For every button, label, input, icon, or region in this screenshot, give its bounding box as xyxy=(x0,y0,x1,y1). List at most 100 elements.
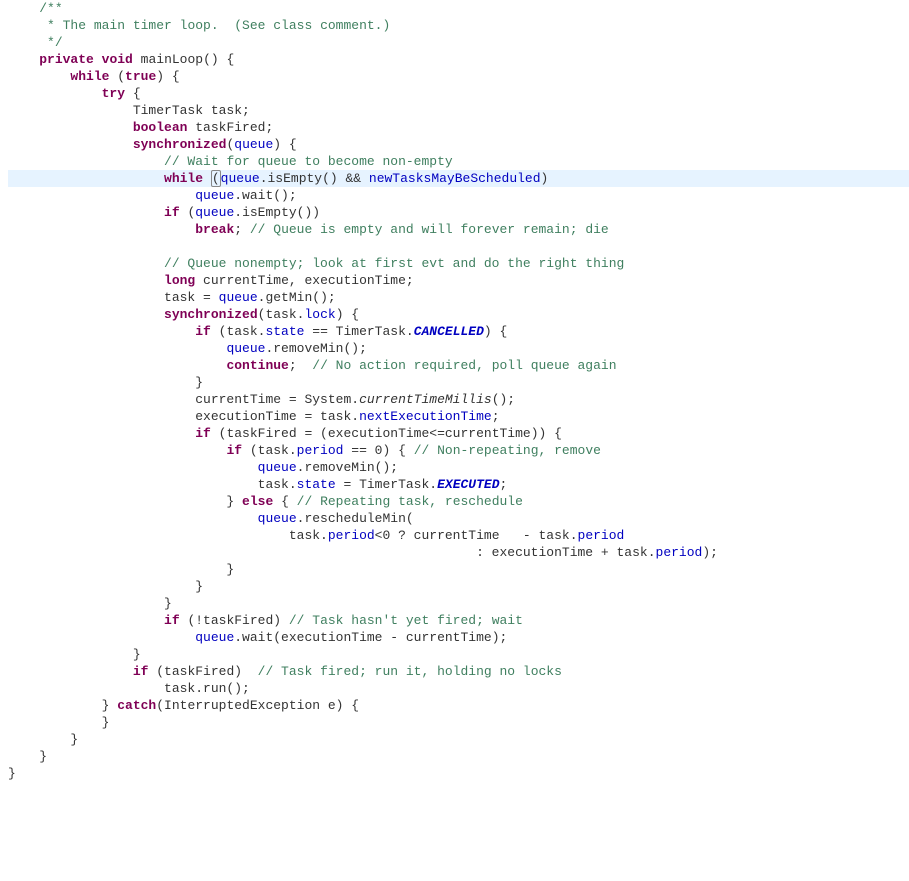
code-editor[interactable]: /** * The main timer loop. (See class co… xyxy=(0,0,909,782)
token-comment: // Task hasn't yet fired; wait xyxy=(289,613,523,628)
token-kw: try xyxy=(102,86,125,101)
code-line[interactable]: boolean taskFired; xyxy=(8,119,909,136)
code-line[interactable]: if (taskFired = (executionTime<=currentT… xyxy=(8,425,909,442)
code-line[interactable]: break; // Queue is empty and will foreve… xyxy=(8,221,909,238)
token-comment: // No action required, poll queue again xyxy=(312,358,616,373)
token-field: state xyxy=(265,324,304,339)
code-line[interactable]: queue.wait(); xyxy=(8,187,909,204)
code-line[interactable]: long currentTime, executionTime; xyxy=(8,272,909,289)
token-staticf: EXECUTED xyxy=(437,477,499,492)
code-line[interactable]: if (queue.isEmpty()) xyxy=(8,204,909,221)
code-line[interactable]: if (task.period == 0) { // Non-repeating… xyxy=(8,442,909,459)
token-field: lock xyxy=(304,307,335,322)
code-line[interactable]: // Queue nonempty; look at first evt and… xyxy=(8,255,909,272)
code-line[interactable]: if (taskFired) // Task fired; run it, ho… xyxy=(8,663,909,680)
token-kw: if xyxy=(195,426,211,441)
token-kw: void xyxy=(102,52,133,67)
code-line[interactable]: task.period<0 ? currentTime - task.perio… xyxy=(8,527,909,544)
code-line[interactable]: } else { // Repeating task, reschedule xyxy=(8,493,909,510)
token-field: queue xyxy=(234,137,273,152)
token-comment: // Task fired; run it, holding no locks xyxy=(258,664,562,679)
token-kw: while xyxy=(70,69,109,84)
code-line[interactable]: currentTime = System.currentTimeMillis()… xyxy=(8,391,909,408)
code-line[interactable]: while (queue.isEmpty() && newTasksMayBeS… xyxy=(8,170,909,187)
token-kw: private xyxy=(39,52,94,67)
code-line[interactable]: } catch(InterruptedException e) { xyxy=(8,697,909,714)
code-line[interactable]: synchronized(task.lock) { xyxy=(8,306,909,323)
token-kw: synchronized xyxy=(133,137,227,152)
token-kw: continue xyxy=(226,358,288,373)
token-kw: if xyxy=(133,664,149,679)
code-line[interactable]: if (!taskFired) // Task hasn't yet fired… xyxy=(8,612,909,629)
token-field: queue xyxy=(221,171,260,186)
code-line[interactable]: } xyxy=(8,374,909,391)
token-field: period xyxy=(578,528,625,543)
code-line[interactable]: synchronized(queue) { xyxy=(8,136,909,153)
code-line[interactable]: TimerTask task; xyxy=(8,102,909,119)
code-line[interactable]: * The main timer loop. (See class commen… xyxy=(8,17,909,34)
code-line[interactable]: queue.removeMin(); xyxy=(8,340,909,357)
token-comment: // Wait for queue to become non-empty xyxy=(164,154,453,169)
token-field: period xyxy=(297,443,344,458)
token-comment: /** xyxy=(39,1,62,16)
token-comment: * The main timer loop. (See class commen… xyxy=(39,18,390,33)
token-field: newTasksMayBeScheduled xyxy=(369,171,541,186)
token-kw: if xyxy=(164,613,180,628)
token-kw: catch xyxy=(117,698,156,713)
code-line[interactable]: queue.removeMin(); xyxy=(8,459,909,476)
code-line[interactable]: queue.wait(executionTime - currentTime); xyxy=(8,629,909,646)
token-staticm: currentTimeMillis xyxy=(359,392,492,407)
code-line[interactable]: try { xyxy=(8,85,909,102)
code-line[interactable]: } xyxy=(8,714,909,731)
code-line[interactable]: } xyxy=(8,731,909,748)
token-kw: synchronized xyxy=(164,307,258,322)
code-line[interactable]: } xyxy=(8,578,909,595)
token-kw: while xyxy=(164,171,203,186)
token-kw: if xyxy=(195,324,211,339)
token-field: queue xyxy=(219,290,258,305)
code-line[interactable]: while (true) { xyxy=(8,68,909,85)
code-line[interactable]: } xyxy=(8,595,909,612)
code-line[interactable]: if (task.state == TimerTask.CANCELLED) { xyxy=(8,323,909,340)
token-bracket: ( xyxy=(211,170,221,187)
token-comment: // Queue is empty and will forever remai… xyxy=(250,222,609,237)
code-line[interactable]: } xyxy=(8,561,909,578)
code-line[interactable]: } xyxy=(8,646,909,663)
token-field: queue xyxy=(258,460,297,475)
token-field: state xyxy=(297,477,336,492)
code-line[interactable]: /** xyxy=(8,0,909,17)
token-field: queue xyxy=(195,630,234,645)
code-line[interactable]: } xyxy=(8,765,909,782)
token-kw: true xyxy=(125,69,156,84)
token-staticf: CANCELLED xyxy=(414,324,484,339)
token-comment: // Queue nonempty; look at first evt and… xyxy=(164,256,624,271)
code-line[interactable]: task.state = TimerTask.EXECUTED; xyxy=(8,476,909,493)
token-field: period xyxy=(328,528,375,543)
token-kw: else xyxy=(242,494,273,509)
code-line[interactable]: : executionTime + task.period); xyxy=(8,544,909,561)
token-field: queue xyxy=(258,511,297,526)
code-line[interactable]: task = queue.getMin(); xyxy=(8,289,909,306)
code-line[interactable]: executionTime = task.nextExecutionTime; xyxy=(8,408,909,425)
token-comment: // Non-repeating, remove xyxy=(414,443,601,458)
token-field: queue xyxy=(226,341,265,356)
token-comment: // Repeating task, reschedule xyxy=(297,494,523,509)
token-kw: break xyxy=(195,222,234,237)
token-field: period xyxy=(656,545,703,560)
token-field: nextExecutionTime xyxy=(359,409,492,424)
token-field: queue xyxy=(195,188,234,203)
code-line[interactable]: task.run(); xyxy=(8,680,909,697)
code-line[interactable]: */ xyxy=(8,34,909,51)
code-line[interactable]: // Wait for queue to become non-empty xyxy=(8,153,909,170)
code-line[interactable] xyxy=(8,238,909,255)
token-kw: long xyxy=(164,273,195,288)
token-comment: */ xyxy=(39,35,62,50)
token-kw: if xyxy=(226,443,242,458)
token-kw: boolean xyxy=(133,120,188,135)
code-line[interactable]: private void mainLoop() { xyxy=(8,51,909,68)
token-field: queue xyxy=(195,205,234,220)
token-kw: if xyxy=(164,205,180,220)
code-line[interactable]: queue.rescheduleMin( xyxy=(8,510,909,527)
code-line[interactable]: continue; // No action required, poll qu… xyxy=(8,357,909,374)
code-line[interactable]: } xyxy=(8,748,909,765)
